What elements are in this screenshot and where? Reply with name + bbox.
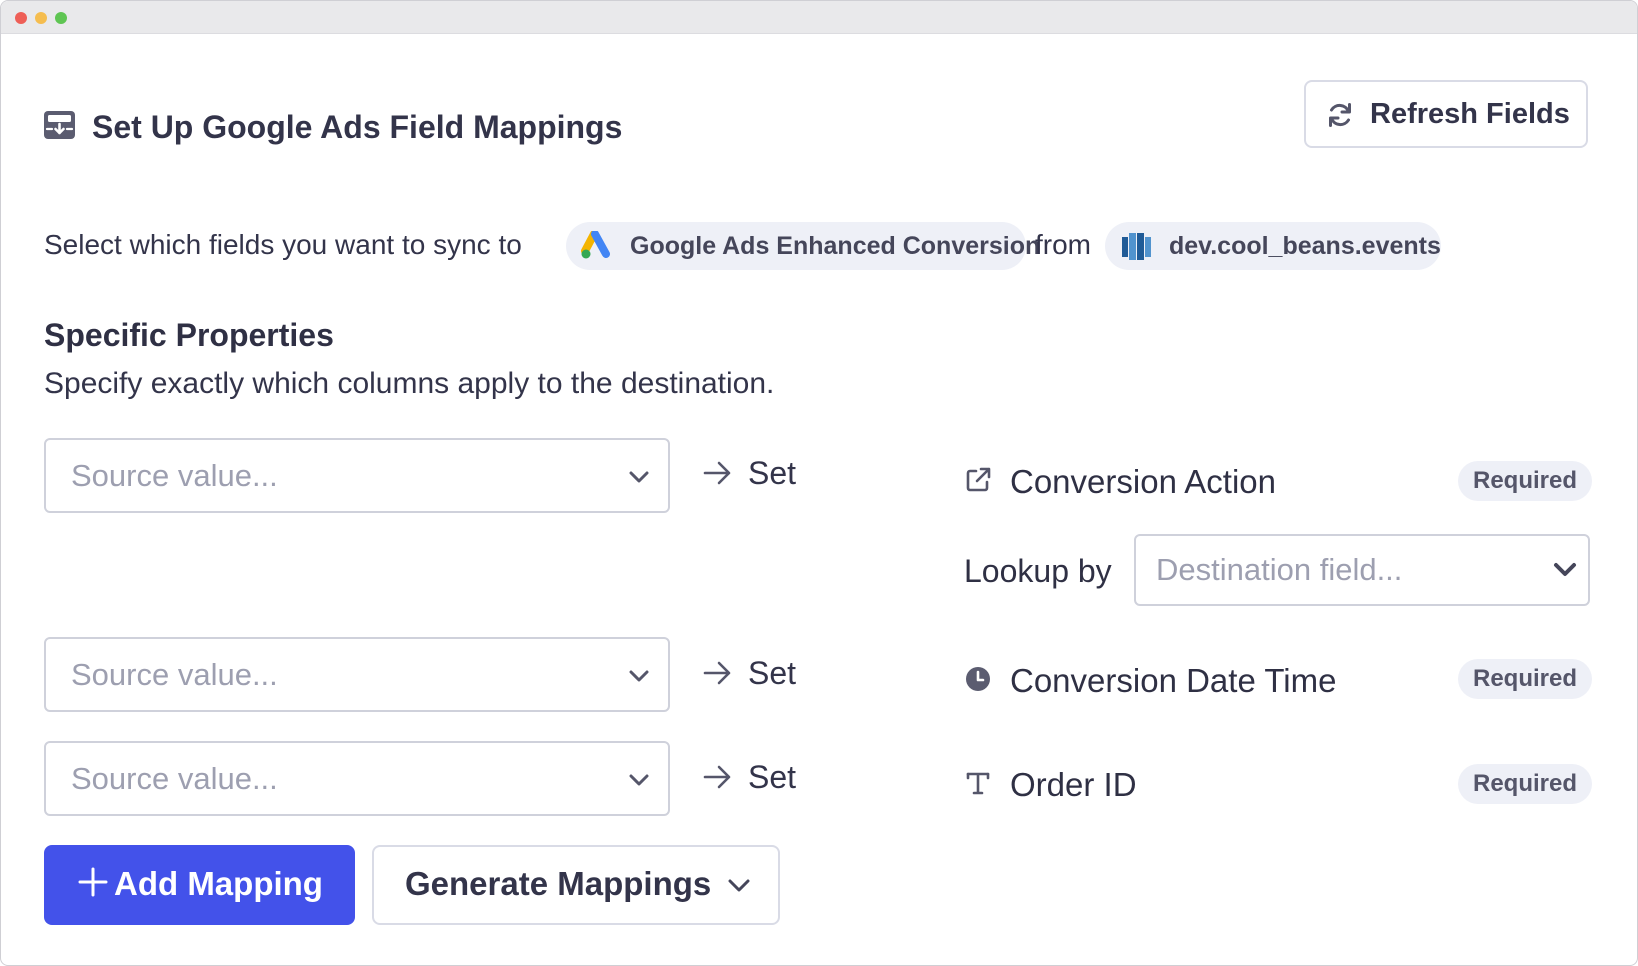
source-label: dev.cool_beans.events [1169,232,1441,260]
generate-mappings-label: Generate Mappings [405,865,712,902]
text-type-icon [966,772,990,795]
maximize-window-button[interactable] [55,12,67,24]
section-title: Specific Properties [44,317,334,353]
field-name-conversion-action: Conversion Action [1010,463,1276,500]
lookup-by-label: Lookup by [964,553,1112,589]
clock-icon [966,667,990,691]
redshift-logo-icon [1122,233,1151,260]
plus-icon [78,867,108,897]
required-badge: Required [1458,659,1592,699]
close-window-button[interactable] [15,12,27,24]
add-mapping-label: Add Mapping [114,865,323,902]
arrow-right-icon [703,661,731,685]
inbox-download-icon [44,111,75,139]
minimize-window-button[interactable] [35,12,47,24]
section-subtitle: Specify exactly which columns apply to t… [44,367,775,400]
page-title: Set Up Google Ads Field Mappings [92,109,623,145]
set-label: Set [748,655,797,691]
window-titlebar [1,1,1637,34]
destination-field-placeholder: Destination field... [1156,552,1403,587]
field-name-order-id: Order ID [1010,766,1137,803]
external-link-icon [966,467,991,492]
source-value-placeholder: Source value... [71,458,278,493]
set-label: Set [748,455,797,491]
refresh-fields-label: Refresh Fields [1370,98,1570,130]
destination-label: Google Ads Enhanced Conversion [630,232,1041,260]
chevron-down-icon [629,670,649,682]
field-name-conversion-date-time: Conversion Date Time [1010,662,1337,699]
required-badge: Required [1458,461,1592,501]
arrow-right-icon [703,461,731,485]
refresh-icon [1329,103,1351,127]
app-window: Set Up Google Ads Field Mappings Refresh… [0,0,1638,966]
from-text: from [1035,229,1091,260]
add-mapping-button[interactable]: Add Mapping [44,845,355,925]
source-pill[interactable]: dev.cool_beans.events [1105,222,1441,270]
source-value-select[interactable]: Source value... [44,637,670,712]
chevron-down-icon [629,471,649,483]
chevron-down-icon [1554,563,1576,576]
source-value-placeholder: Source value... [71,657,278,692]
chevron-down-icon [728,879,750,892]
source-value-placeholder: Source value... [71,761,278,796]
source-value-select[interactable]: Source value... [44,741,670,816]
required-badge: Required [1458,764,1592,804]
set-label: Set [748,759,797,795]
sync-description: Select which fields you want to sync to [44,229,522,260]
chevron-down-icon [629,774,649,786]
google-ads-logo-icon [581,231,610,259]
arrow-right-icon [703,765,731,789]
source-value-select[interactable]: Source value... [44,438,670,513]
generate-mappings-button[interactable]: Generate Mappings [372,845,780,925]
destination-pill[interactable]: Google Ads Enhanced Conversion [566,222,1040,270]
refresh-fields-button[interactable]: Refresh Fields [1304,80,1588,148]
destination-field-select[interactable]: Destination field... [1134,534,1590,606]
